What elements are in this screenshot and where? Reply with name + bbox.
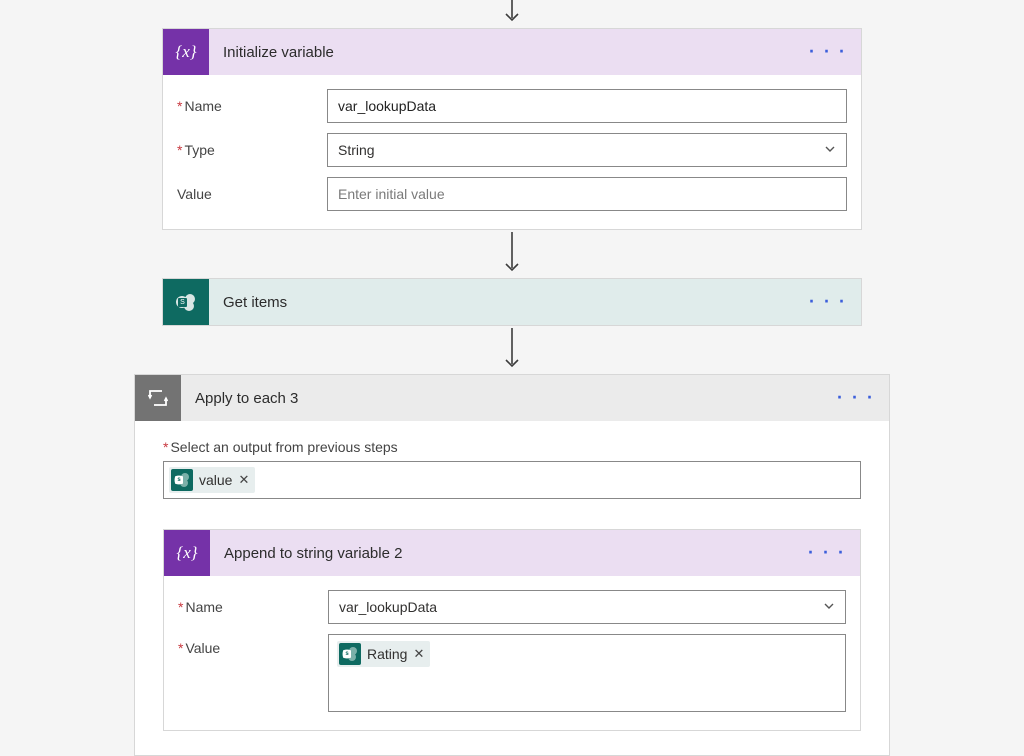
action-apply-to-each[interactable]: Apply to each 3 · · · *Select an output … [134, 374, 890, 756]
field-label-value: *Value [178, 634, 328, 656]
connector-arrow [502, 326, 522, 374]
card-menu-button[interactable]: · · · [809, 292, 847, 313]
field-label-select-output: *Select an output from previous steps [163, 439, 861, 455]
card-header[interactable]: {x} Initialize variable · · · [163, 29, 861, 75]
card-title: Append to string variable 2 [210, 545, 402, 562]
type-select[interactable]: String [327, 133, 847, 167]
action-get-items[interactable]: S Get items · · · [162, 278, 862, 326]
card-body: *Name var_lookupData *Value [164, 576, 860, 730]
field-label-value: Value [177, 186, 327, 202]
card-title: Apply to each 3 [181, 390, 298, 407]
field-label-name: *Name [177, 98, 327, 114]
card-header[interactable]: {x} Append to string variable 2 · · · [164, 530, 860, 576]
card-header[interactable]: Apply to each 3 · · · [135, 375, 889, 421]
card-body: *Name *Type String Value [163, 75, 861, 229]
value-field[interactable]: s Rating ✕ [328, 634, 846, 712]
token-label: Rating [367, 646, 407, 662]
card-menu-button[interactable]: · · · [809, 42, 847, 63]
card-title: Get items [209, 294, 287, 311]
dynamic-content-token[interactable]: s value ✕ [169, 467, 255, 493]
token-label: value [199, 472, 232, 488]
action-append-to-string-variable[interactable]: {x} Append to string variable 2 · · · *N… [163, 529, 861, 731]
connector-arrow [502, 230, 522, 278]
name-select-value: var_lookupData [339, 599, 437, 615]
variable-icon: {x} [164, 530, 210, 576]
name-select[interactable]: var_lookupData [328, 590, 846, 624]
field-label-type: *Type [177, 142, 327, 158]
dynamic-content-token[interactable]: s Rating ✕ [337, 641, 430, 667]
variable-icon: {x} [163, 29, 209, 75]
type-select-value: String [338, 142, 375, 158]
card-menu-button[interactable]: · · · [808, 543, 846, 564]
chevron-down-icon [823, 599, 835, 615]
card-header[interactable]: S Get items · · · [163, 279, 861, 325]
action-initialize-variable[interactable]: {x} Initialize variable · · · *Name *Typ… [162, 28, 862, 230]
loop-icon [135, 375, 181, 421]
sharepoint-icon: s [171, 469, 193, 491]
token-remove-button[interactable]: ✕ [238, 472, 249, 488]
card-title: Initialize variable [209, 44, 334, 61]
field-label-name: *Name [178, 599, 328, 615]
token-remove-button[interactable]: ✕ [413, 646, 424, 662]
connector-arrow [502, 0, 522, 28]
select-output-field[interactable]: s value ✕ [163, 461, 861, 499]
value-input[interactable] [327, 177, 847, 211]
sharepoint-icon: s [339, 643, 361, 665]
sharepoint-icon: S [163, 279, 209, 325]
name-input[interactable] [327, 89, 847, 123]
chevron-down-icon [824, 142, 836, 158]
card-menu-button[interactable]: · · · [837, 388, 875, 409]
